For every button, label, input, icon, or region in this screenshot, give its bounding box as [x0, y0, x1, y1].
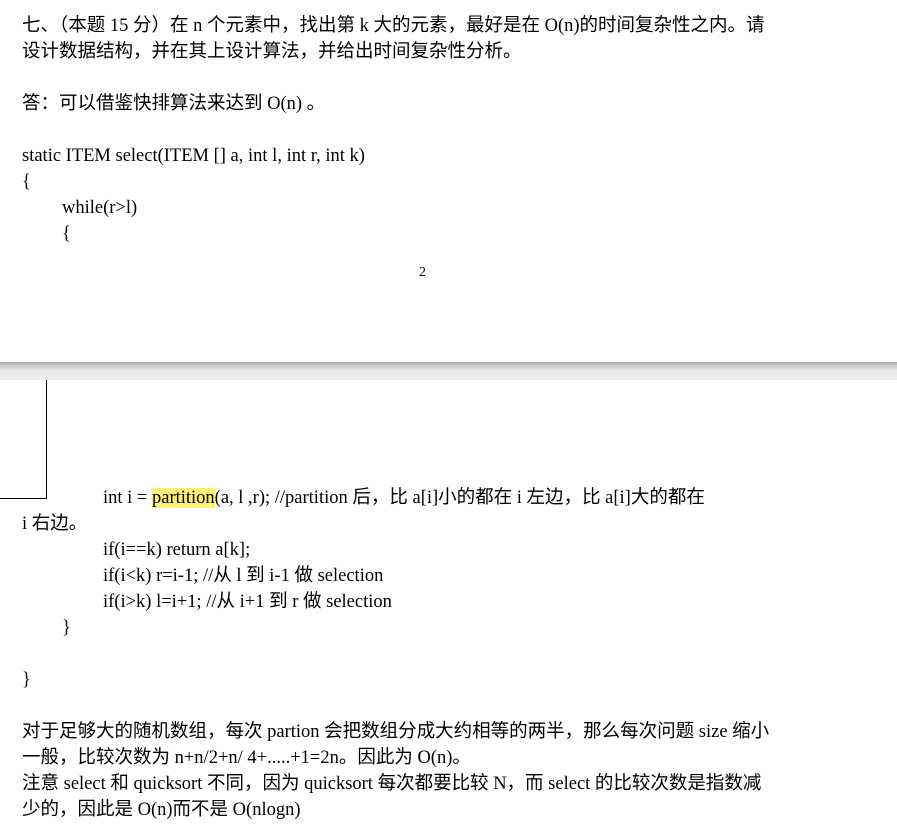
code-if-less: if(i<k) r=i-1; //从 l 到 i-1 做 selection: [103, 566, 384, 586]
code-while: while(r>l): [62, 198, 138, 218]
code-partition-suffix: (a, l ,r); //partition 后，比 a[i]小的都在 i 左边…: [214, 488, 705, 508]
analysis-line-4: 少的，因此是 O(n)而不是 O(nlogn): [22, 800, 301, 820]
page-corner-mark: [0, 380, 47, 499]
code-close-outer-brace: }: [22, 670, 31, 690]
document-page-1: 七、（本题 15 分）在 n 个元素中，找出第 k 大的元素，最好是在 O(n)…: [0, 0, 897, 362]
highlighted-partition[interactable]: partition: [151, 488, 215, 508]
code-while-brace: {: [62, 224, 71, 244]
page-separator: [0, 362, 897, 380]
code-open-brace: {: [22, 172, 31, 192]
page-number: 2: [419, 265, 426, 280]
code-close-inner-brace: }: [62, 618, 71, 638]
code-partition-wrap: i 右边。: [22, 514, 88, 534]
answer-line: 答：可以借鉴快排算法来达到 O(n) 。: [22, 94, 326, 114]
code-partition-line: int i = partition(a, l ,r); //partition …: [103, 485, 705, 511]
analysis-line-1: 对于足够大的随机数组，每次 partion 会把数组分成大约相等的两半，那么每次…: [22, 722, 770, 742]
question-line-1: 七、（本题 15 分）在 n 个元素中，找出第 k 大的元素，最好是在 O(n)…: [22, 16, 765, 36]
code-if-greater: if(i>k) l=i+1; //从 i+1 到 r 做 selection: [103, 592, 392, 612]
code-signature: static ITEM select(ITEM [] a, int l, int…: [22, 146, 365, 166]
analysis-line-3: 注意 select 和 quicksort 不同，因为 quicksort 每次…: [22, 774, 762, 794]
code-if-equal: if(i==k) return a[k];: [103, 540, 251, 560]
analysis-line-2: 一般，比较次数为 n+n/2+n/ 4+.....+1=2n。因此为 O(n)。: [22, 748, 471, 768]
document-page-2: int i = partition(a, l ,r); //partition …: [0, 380, 897, 839]
question-line-2: 设计数据结构，并在其上设计算法，并给出时间复杂性分析。: [22, 42, 522, 62]
code-partition-prefix: int i =: [103, 488, 152, 508]
